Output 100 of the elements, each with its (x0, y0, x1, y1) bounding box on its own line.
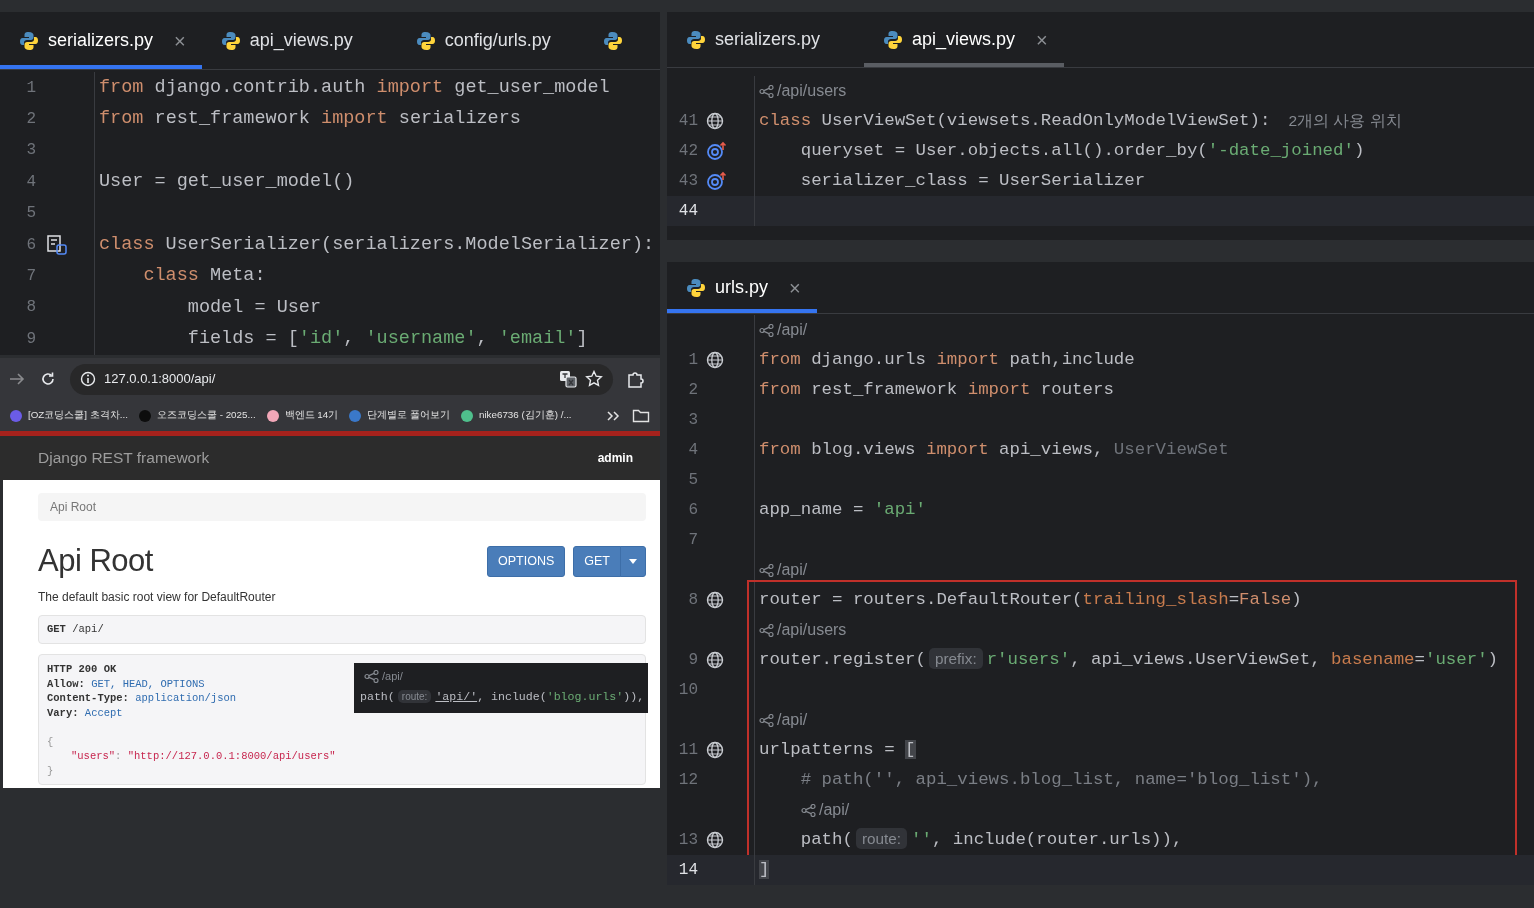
code-line: app_name = 'api' (758, 498, 926, 521)
route-icon (364, 669, 379, 683)
route-label[interactable]: /api/ (777, 558, 808, 582)
code-line: from rest_framework import routers (758, 378, 1114, 401)
extensions-icon[interactable] (627, 370, 645, 388)
info-icon[interactable] (80, 371, 96, 387)
route-icon (759, 84, 774, 98)
route-label[interactable]: /api/ (777, 708, 808, 732)
editor-tab[interactable]: serializers.py (667, 12, 865, 67)
python-icon (19, 30, 39, 51)
code-line: serializer_class = UserSerializer (799, 169, 1146, 192)
description-text: The default basic root view for DefaultRouter (38, 588, 277, 606)
line-number: 12 (677, 770, 698, 791)
close-icon[interactable]: × (1036, 29, 1048, 50)
route-label[interactable]: /api/ (777, 318, 808, 342)
reload-icon[interactable] (40, 371, 56, 387)
override-icon[interactable] (706, 171, 728, 191)
line-number: 10 (677, 680, 698, 701)
code-line: queryset = User.objects.all().order_by('-date_joined') (799, 139, 1365, 162)
route-label[interactable]: /api/users (777, 618, 847, 642)
globe-icon[interactable] (706, 651, 724, 669)
bookmark-link[interactable]: [OZ코딩스쿨] 초격차... (10, 408, 128, 423)
translate-icon[interactable] (559, 370, 577, 388)
address-field[interactable]: 127.0.0.1:8000/api/ (70, 363, 613, 395)
forward-icon[interactable] (8, 371, 26, 387)
python-icon (686, 29, 706, 50)
dropdown-button[interactable] (620, 545, 646, 577)
line-number: 14 (677, 860, 698, 881)
more-icon[interactable] (605, 408, 621, 423)
usage-hint[interactable]: 2개의 사용 위치 (1288, 109, 1402, 133)
line-number: 1 (25, 77, 36, 99)
line-number: 6 (687, 500, 698, 521)
code-line: router = routers.DefaultRouter(trailing_slash=False) (758, 588, 1302, 611)
route-icon (759, 623, 774, 637)
response-status: HTTP 200 OK (47, 662, 117, 677)
line-number: 13 (677, 830, 698, 851)
options-button[interactable]: OPTIONS (487, 545, 566, 577)
code-line: # path('', api_views.blog_list, name='blog_list'), (799, 768, 1323, 791)
line-number: 3 (25, 140, 36, 162)
editor-tab[interactable]: api_views.py (201, 12, 397, 69)
globe-icon[interactable] (706, 351, 724, 369)
code-line: from rest_framework import serializers (98, 107, 521, 132)
line-number: 2 (687, 380, 698, 401)
python-icon[interactable] (602, 30, 623, 51)
line-number: 7 (25, 266, 36, 288)
code-line: from django.urls import path,include (758, 348, 1135, 371)
route-icon (759, 713, 774, 727)
editor-tab[interactable]: config/urls.py (396, 12, 595, 69)
bookmark-link[interactable]: 단계별로 풀어보기 (349, 408, 450, 423)
route-icon (759, 323, 774, 337)
line-number: 8 (25, 297, 36, 319)
code-line: path( route: '', include(router.urls)), (799, 826, 1183, 851)
get-button[interactable]: GET (573, 545, 621, 577)
route-label[interactable]: /api/ (382, 668, 403, 685)
code-line: from blog.views import api_views, UserViewSet (758, 438, 1229, 461)
json-brace: } (47, 764, 54, 777)
editor-tab[interactable]: serializers.py × (0, 12, 202, 69)
globe-icon[interactable] (706, 112, 724, 130)
route-label[interactable]: /api/users (777, 79, 847, 103)
code-line: path( route: 'api/', include('blog.urls')), (360, 688, 645, 705)
bookmark-link[interactable]: 오즈코딩스쿨 - 2025... (138, 408, 256, 423)
line-number: 9 (687, 650, 698, 671)
folder-icon[interactable] (632, 408, 650, 423)
code-line: fields = ['id', 'username', 'email'] (186, 326, 588, 351)
route-label[interactable]: /api/ (819, 798, 850, 822)
close-icon[interactable]: × (174, 30, 186, 51)
url-text: 127.0.0.1:8000/api/ (104, 370, 217, 389)
line-number: 44 (677, 201, 698, 222)
breadcrumb-item[interactable]: Api Root (50, 498, 97, 516)
globe-icon[interactable] (706, 591, 724, 609)
globe-icon[interactable] (706, 831, 724, 849)
line-number: 4 (687, 440, 698, 461)
line-number: 7 (687, 530, 698, 551)
response-header: Content-Type: application/json (47, 691, 237, 706)
code-line: router.register( prefix: r'users', api_views.UserViewSet, basename='user') (758, 646, 1499, 671)
line-number: 11 (677, 740, 698, 761)
bookmark-link[interactable]: nike6736 (김기훈) /... (460, 408, 572, 423)
line-number: 43 (677, 171, 698, 192)
brand-link[interactable]: Django REST framework (38, 446, 210, 470)
code-line: class UserSerializer(serializers.ModelSerializer): (98, 232, 655, 257)
override-icon[interactable] (706, 141, 728, 161)
python-icon (415, 30, 436, 51)
response-header: Vary: Accept (47, 705, 123, 721)
line-number: 5 (687, 470, 698, 491)
bookmark-link[interactable]: 백엔드 14기 (266, 408, 339, 423)
editor-tab[interactable]: urls.py × (667, 262, 817, 313)
star-icon[interactable] (585, 370, 603, 388)
django-class-icon[interactable] (46, 233, 68, 256)
json-brace: { (47, 735, 54, 748)
line-number: 3 (687, 410, 698, 431)
python-icon (220, 30, 241, 51)
line-number: 8 (687, 590, 698, 611)
editor-tab[interactable]: api_views.py × (864, 12, 1064, 67)
route-icon (759, 563, 774, 577)
globe-icon[interactable] (706, 741, 724, 759)
line-number: 41 (677, 111, 698, 132)
close-icon[interactable]: × (789, 277, 801, 298)
python-icon (883, 29, 904, 50)
line-number: 9 (25, 328, 36, 350)
user-menu[interactable]: admin (597, 449, 633, 467)
